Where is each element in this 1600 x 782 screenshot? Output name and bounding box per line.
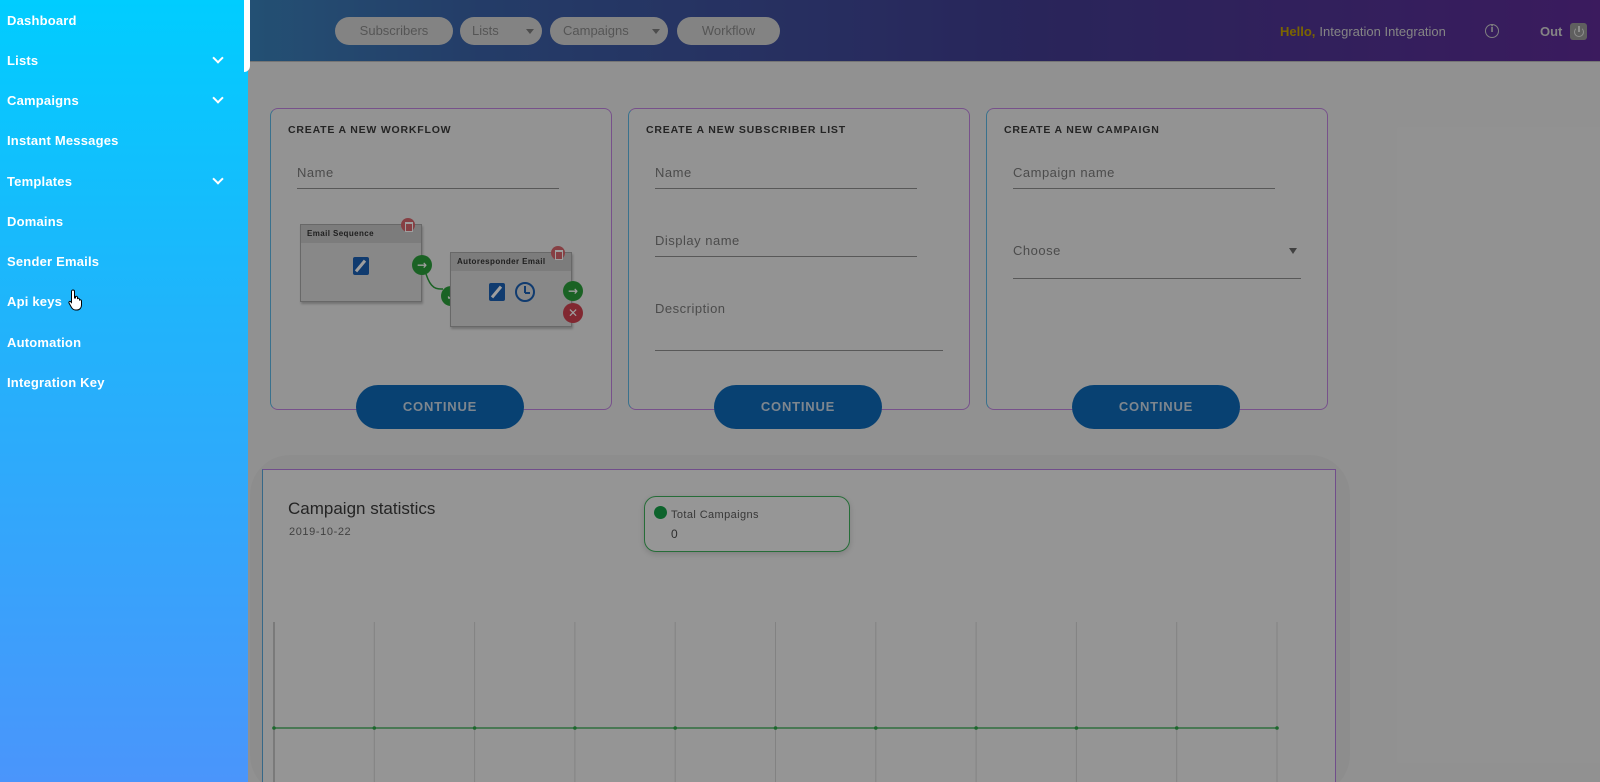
greeting-label: Hello, bbox=[1280, 24, 1316, 39]
sidebar-edge bbox=[244, 0, 250, 72]
field-placeholder: Name bbox=[297, 165, 334, 180]
nav-label: Campaigns bbox=[563, 23, 629, 38]
card-title: CREATE A NEW WORKFLOW bbox=[288, 124, 452, 136]
sidebar-item-campaigns[interactable]: Campaigns bbox=[0, 80, 248, 120]
data-point[interactable] bbox=[372, 726, 377, 730]
data-point[interactable] bbox=[874, 726, 878, 730]
user-name: Integration Integration bbox=[1319, 24, 1446, 39]
nav-label: Lists bbox=[472, 23, 499, 38]
display-name-field[interactable]: Display name bbox=[655, 233, 917, 257]
sidebar-item-integration-key[interactable]: Integration Key bbox=[0, 362, 248, 402]
sidebar-item-label: Api keys bbox=[7, 294, 63, 309]
sidebar-item-templates[interactable]: Templates bbox=[0, 161, 248, 201]
clock-icon bbox=[515, 282, 535, 302]
caret-down-icon bbox=[652, 29, 660, 34]
close-icon: ✕ bbox=[563, 303, 583, 323]
sidebar: Dashboard Lists Campaigns Instant Messag… bbox=[0, 0, 248, 782]
field-placeholder: Choose bbox=[1013, 243, 1061, 258]
sidebar-item-label: Instant Messages bbox=[7, 133, 119, 148]
data-point[interactable] bbox=[974, 726, 978, 730]
sidebar-item-label: Sender Emails bbox=[7, 254, 100, 269]
data-point[interactable] bbox=[1074, 726, 1079, 730]
edit-icon bbox=[489, 283, 505, 301]
sidebar-item-instant-messages[interactable]: Instant Messages bbox=[0, 120, 248, 160]
field-placeholder: Description bbox=[655, 301, 726, 316]
nav-subscribers-button[interactable]: Subscribers bbox=[335, 17, 453, 45]
sidebar-item-label: Templates bbox=[7, 174, 73, 189]
nav-label: Workflow bbox=[701, 23, 756, 38]
statistics-chart bbox=[272, 622, 1279, 782]
subscriber-list-continue-button[interactable]: CONTINUE bbox=[714, 385, 882, 429]
edit-icon bbox=[353, 257, 369, 275]
sidebar-item-domains[interactable]: Domains bbox=[0, 201, 248, 241]
user-greeting: Hello, Integration Integration bbox=[1280, 24, 1446, 39]
power-icon[interactable] bbox=[1570, 23, 1587, 40]
data-point[interactable] bbox=[1275, 726, 1279, 730]
description-field[interactable]: Description bbox=[655, 301, 943, 351]
data-point[interactable] bbox=[1174, 726, 1179, 730]
connector-line bbox=[425, 273, 444, 290]
sidebar-item-dashboard[interactable]: Dashboard bbox=[0, 0, 248, 40]
field-placeholder: Campaign name bbox=[1013, 165, 1115, 180]
hand-cursor-icon bbox=[68, 289, 82, 311]
workflow-node-email-sequence: Email Sequence bbox=[300, 224, 422, 302]
chevron-down-icon bbox=[212, 92, 224, 104]
arrow-right-icon: → bbox=[563, 281, 583, 301]
campaign-name-field[interactable]: Campaign name bbox=[1013, 165, 1275, 189]
sidebar-item-label: Integration Key bbox=[7, 375, 105, 390]
caret-down-icon bbox=[526, 29, 534, 34]
data-point[interactable] bbox=[673, 726, 677, 730]
sidebar-item-lists[interactable]: Lists bbox=[0, 40, 248, 80]
sidebar-item-sender-emails[interactable]: Sender Emails bbox=[0, 241, 248, 281]
sidebar-item-label: Dashboard bbox=[7, 13, 77, 28]
trash-icon bbox=[401, 218, 415, 232]
create-subscriber-list-card: CREATE A NEW SUBSCRIBER LIST Name Displa… bbox=[628, 108, 970, 410]
card-title: CREATE A NEW SUBSCRIBER LIST bbox=[646, 124, 846, 136]
create-workflow-card: CREATE A NEW WORKFLOW Name Email Sequenc… bbox=[270, 108, 612, 410]
nav-campaigns-dropdown[interactable]: Campaigns bbox=[550, 17, 668, 45]
workflow-node-autoresponder-email: Autoresponder Email bbox=[450, 252, 572, 327]
nav-label: Subscribers bbox=[359, 23, 429, 38]
campaign-statistics-panel: Campaign statistics 2019-10-22 Total Cam… bbox=[262, 469, 1336, 782]
card-title: CREATE A NEW CAMPAIGN bbox=[1004, 124, 1160, 136]
sidebar-item-label: Domains bbox=[7, 214, 64, 229]
list-name-field[interactable]: Name bbox=[655, 165, 917, 189]
data-point[interactable] bbox=[272, 726, 276, 730]
workflow-name-field[interactable]: Name bbox=[297, 165, 559, 189]
node-title: Email Sequence bbox=[307, 229, 374, 238]
logout-label[interactable]: Out bbox=[1540, 24, 1562, 39]
info-icon[interactable]: i bbox=[1485, 24, 1499, 38]
field-placeholder: Name bbox=[655, 165, 692, 180]
data-point[interactable] bbox=[773, 726, 778, 730]
nav-lists-dropdown[interactable]: Lists bbox=[460, 17, 542, 45]
data-point[interactable] bbox=[472, 726, 477, 730]
caret-down-icon bbox=[1289, 248, 1297, 254]
campaign-continue-button[interactable]: CONTINUE bbox=[1072, 385, 1240, 429]
workflow-continue-button[interactable]: CONTINUE bbox=[356, 385, 524, 429]
chevron-down-icon bbox=[212, 173, 224, 185]
data-point[interactable] bbox=[573, 726, 577, 730]
campaign-choose-select[interactable]: Choose bbox=[1013, 243, 1301, 279]
create-campaign-card: CREATE A NEW CAMPAIGN Campaign name Choo… bbox=[986, 108, 1328, 410]
sidebar-item-automation[interactable]: Automation bbox=[0, 322, 248, 362]
trash-icon bbox=[551, 246, 565, 260]
field-placeholder: Display name bbox=[655, 233, 740, 248]
chevron-down-icon bbox=[212, 52, 224, 64]
sidebar-item-label: Campaigns bbox=[7, 93, 79, 108]
sidebar-item-label: Lists bbox=[7, 53, 39, 68]
node-title: Autoresponder Email bbox=[457, 257, 546, 266]
nav-workflow-button[interactable]: Workflow bbox=[677, 17, 780, 45]
sidebar-item-api-keys[interactable]: Api keys bbox=[0, 281, 248, 321]
sidebar-item-label: Automation bbox=[7, 335, 82, 350]
